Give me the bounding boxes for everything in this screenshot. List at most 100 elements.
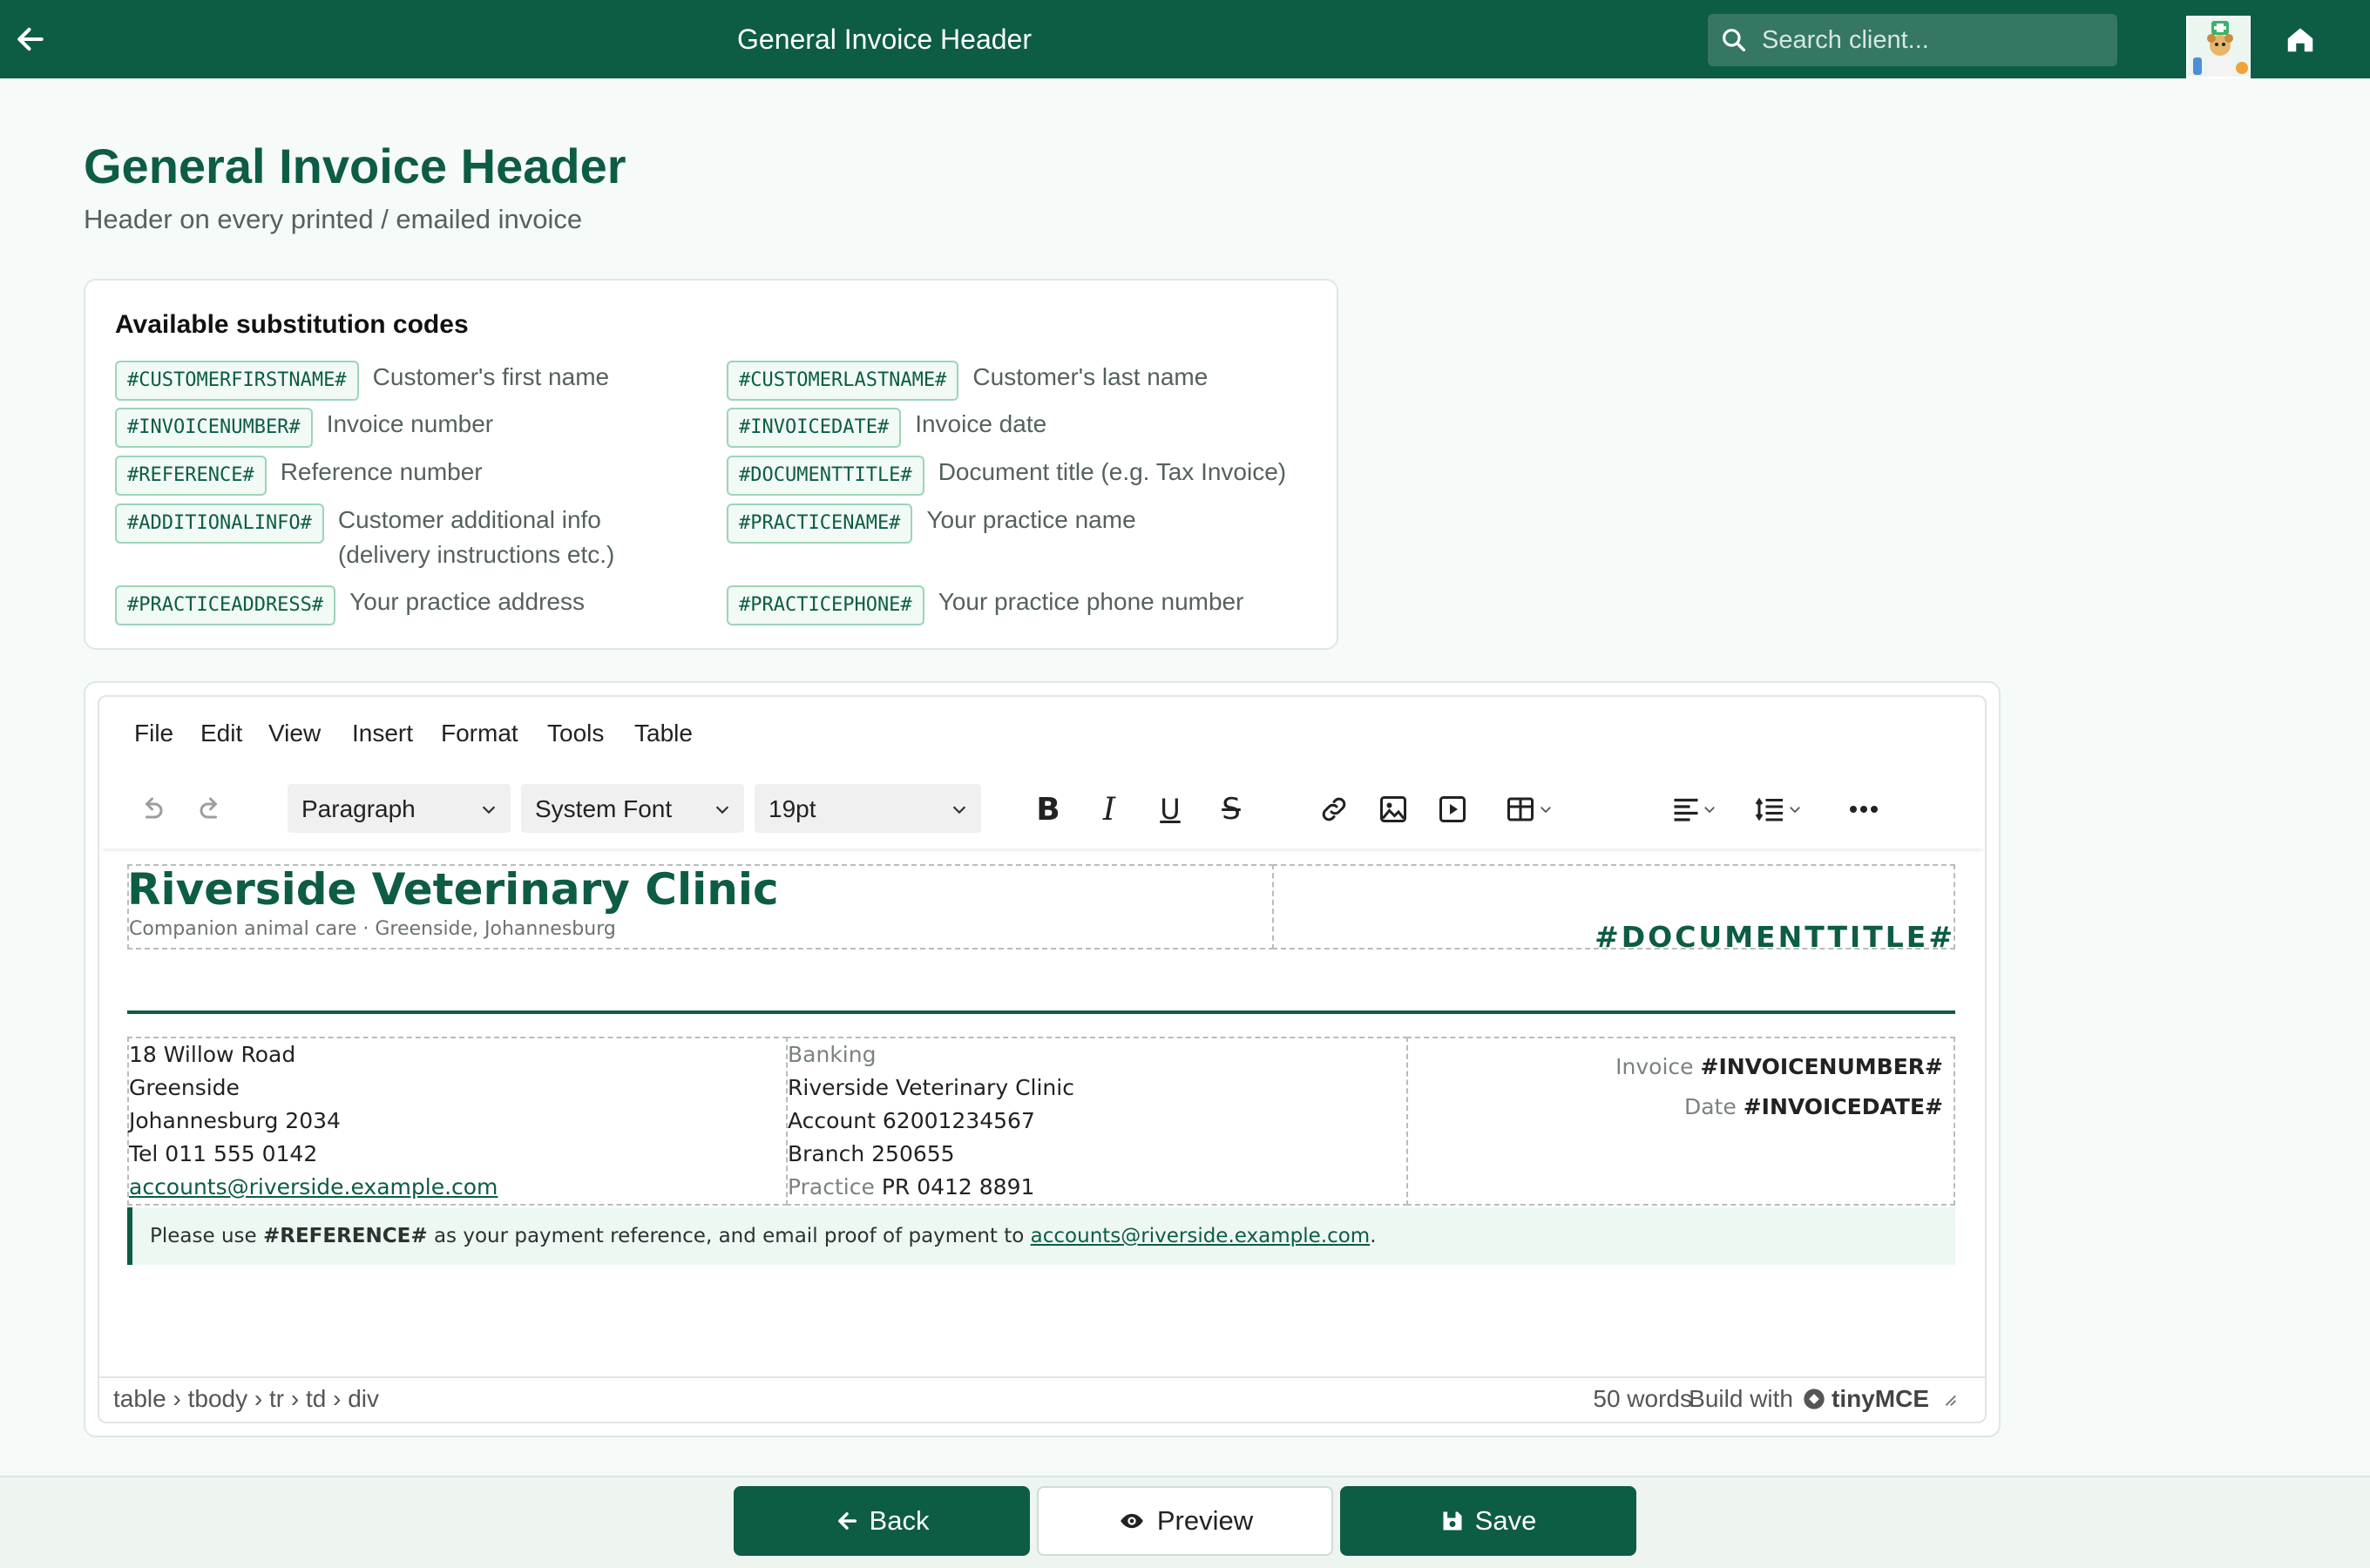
code-item-reference: #REFERENCE# Reference number: [115, 456, 483, 496]
document-title-code: #DOCUMENTTITLE#: [1595, 920, 1955, 954]
code-tag[interactable]: #DOCUMENTTITLE#: [727, 456, 924, 496]
code-tag[interactable]: #ADDITIONALINFO#: [115, 504, 324, 544]
code-description: Document title (e.g. Tax Invoice): [938, 458, 1287, 485]
menu-insert[interactable]: Insert: [352, 720, 413, 747]
chevron-down-icon: [1540, 807, 1551, 814]
menu-edit[interactable]: Edit: [200, 720, 242, 747]
code-item-invoicenumber: #INVOICENUMBER# Invoice number: [115, 408, 493, 448]
preview-label: Preview: [1156, 1505, 1254, 1536]
menu-tools[interactable]: Tools: [547, 720, 604, 747]
banking-block: Banking Riverside Veterinary Clinic Acco…: [788, 1038, 1074, 1204]
code-tag[interactable]: #REFERENCE#: [115, 456, 267, 496]
address-line: 18 Willow Road: [129, 1042, 296, 1067]
menu-table[interactable]: Table: [634, 720, 693, 747]
editor-content[interactable]: Riverside Veterinary Clinic Companion an…: [99, 848, 1985, 1368]
rich-text-editor: File Edit View Insert Format Tools Table…: [98, 695, 1987, 1423]
underline-icon[interactable]: U: [1150, 789, 1190, 829]
banking-label: Banking: [788, 1042, 877, 1067]
resize-handle-icon[interactable]: [1940, 1389, 1959, 1409]
note-text: .: [1370, 1225, 1377, 1247]
menu-format[interactable]: Format: [441, 720, 518, 747]
more-icon[interactable]: [1844, 789, 1884, 829]
banking-line: Account 62001234567: [788, 1108, 1035, 1133]
element-path[interactable]: table › tbody › tr › td › div: [113, 1385, 379, 1413]
code-description: Customer's first name: [372, 363, 610, 390]
payment-note: Please use #REFERENCE# as your payment r…: [127, 1207, 1955, 1265]
arrow-left-icon: [837, 1512, 857, 1530]
code-tag[interactable]: #INVOICEDATE#: [727, 408, 902, 448]
invoice-number-code: #INVOICENUMBER#: [1700, 1054, 1944, 1079]
code-item-practicephone: #PRACTICEPHONE# Your practice phone numb…: [727, 585, 1243, 625]
save-button[interactable]: Save: [1340, 1486, 1636, 1556]
back-button[interactable]: Back: [734, 1486, 1030, 1556]
editor-statusbar: table › tbody › tr › td › div 50 words B…: [99, 1376, 1985, 1422]
image-icon[interactable]: [1373, 789, 1413, 829]
top-bar: General Invoice Header: [0, 0, 2370, 78]
save-icon: [1443, 1511, 1462, 1531]
chevron-down-icon: [1790, 807, 1800, 814]
code-description: Invoice date: [915, 410, 1047, 437]
code-item-invoicedate: #INVOICEDATE# Invoice date: [727, 408, 1046, 448]
practice-number: PR 0412 8891: [881, 1174, 1035, 1200]
eye-icon: [1121, 1513, 1143, 1529]
search-input[interactable]: [1762, 14, 2110, 66]
bold-icon[interactable]: B: [1028, 789, 1068, 829]
font-family-value: System Font: [535, 795, 673, 822]
email-link[interactable]: accounts@riverside.example.com: [129, 1171, 498, 1204]
tinymce-branding[interactable]: Build with tinyMCE: [1689, 1385, 1959, 1413]
link-icon[interactable]: [1314, 789, 1354, 829]
menu-view[interactable]: View: [268, 720, 321, 747]
align-icon[interactable]: [1659, 789, 1729, 829]
word-count[interactable]: 50 words: [1593, 1385, 1692, 1413]
chevron-down-icon: [482, 806, 496, 814]
address-line: Johannesburg 2034: [129, 1108, 341, 1133]
code-description: Your practice phone number: [938, 588, 1244, 615]
avatar[interactable]: [2186, 16, 2251, 78]
invoice-label: Invoice: [1615, 1054, 1694, 1079]
font-size-value: 19pt: [769, 795, 816, 822]
code-item-documenttitle: #DOCUMENTTITLE# Document title (e.g. Tax…: [727, 456, 1286, 496]
undo-icon[interactable]: [131, 789, 171, 829]
tinymce-logo-icon: [1804, 1389, 1825, 1409]
code-tag[interactable]: #INVOICENUMBER#: [115, 408, 313, 448]
code-tag[interactable]: #PRACTICENAME#: [727, 504, 913, 544]
block-format-value: Paragraph: [301, 795, 416, 822]
block-format-select[interactable]: Paragraph: [288, 784, 511, 833]
preview-button[interactable]: Preview: [1037, 1486, 1333, 1556]
search-box[interactable]: [1708, 14, 2117, 66]
editor-menubar: File Edit View Insert Format Tools Table: [99, 697, 1985, 770]
table-icon[interactable]: [1493, 789, 1563, 829]
page-subtitle: Header on every printed / emailed invoic…: [84, 204, 583, 234]
strikethrough-icon[interactable]: S: [1211, 789, 1251, 829]
code-description: Your practice address: [349, 588, 585, 615]
code-tag[interactable]: #CUSTOMERLASTNAME#: [727, 361, 959, 401]
italic-icon[interactable]: I: [1089, 789, 1129, 829]
code-tag[interactable]: #PRACTICEPHONE#: [727, 585, 924, 625]
brand-name: tinyMCE: [1832, 1385, 1929, 1412]
build-with-label: Build with: [1689, 1385, 1793, 1412]
redo-icon[interactable]: [192, 789, 232, 829]
app-title: General Invoice Header: [737, 24, 1032, 55]
menu-file[interactable]: File: [134, 720, 173, 747]
note-text: as your payment reference, and email pro…: [427, 1225, 1031, 1247]
chevron-down-icon: [715, 806, 729, 814]
code-item-practicename: #PRACTICENAME# Your practice name: [727, 504, 1136, 544]
page-title: General Invoice Header: [84, 139, 626, 193]
codes-heading: Available substitution codes: [115, 310, 469, 339]
substitution-codes-card: Available substitution codes #CUSTOMERFI…: [84, 279, 1338, 650]
save-label: Save: [1474, 1505, 1537, 1536]
line-height-icon[interactable]: [1743, 789, 1812, 829]
media-icon[interactable]: [1432, 789, 1473, 829]
address-block: 18 Willow Road Greenside Johannesburg 20…: [129, 1038, 498, 1204]
home-icon[interactable]: [2283, 23, 2318, 56]
font-family-select[interactable]: System Font: [521, 784, 744, 833]
font-size-select[interactable]: 19pt: [755, 784, 981, 833]
note-email-link[interactable]: accounts@riverside.example.com: [1031, 1225, 1371, 1247]
code-tag[interactable]: #CUSTOMERFIRSTNAME#: [115, 361, 359, 401]
back-label: Back: [869, 1505, 930, 1536]
clinic-name: Riverside Veterinary Clinic: [127, 864, 779, 915]
note-text: Please use: [150, 1225, 263, 1247]
code-tag[interactable]: #PRACTICEADDRESS#: [115, 585, 336, 625]
header-divider: [127, 1010, 1955, 1014]
invoice-date-code: #INVOICEDATE#: [1743, 1094, 1943, 1119]
